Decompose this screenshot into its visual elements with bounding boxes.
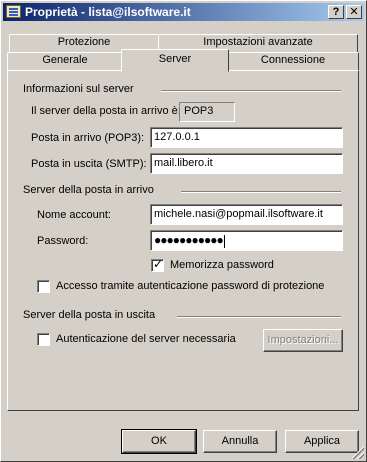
outgoing-server-text: mail.libero.it [154, 157, 213, 169]
properties-dialog: Proprietà - lista@ilsoftware.it ? ✕ Prot… [0, 0, 367, 462]
tab-generale[interactable]: Generale [7, 52, 123, 70]
spa-checkbox[interactable] [37, 280, 50, 293]
incoming-server-field[interactable]: 127.0.0.1 [150, 127, 343, 148]
account-name-field[interactable]: michele.nasi@popmail.ilsoftware.it [150, 204, 343, 225]
divider [161, 90, 341, 92]
tab-label: Server [158, 53, 192, 65]
outgoing-server-heading: Server della posta in uscita [23, 309, 156, 321]
account-name-text: michele.nasi@popmail.ilsoftware.it [154, 208, 323, 220]
server-auth-label: Autenticazione del server necessaria [56, 333, 236, 345]
password-label: Password: [37, 235, 89, 247]
incoming-server-label: Posta in arrivo (POP3): [31, 132, 145, 144]
remember-password-checkbox[interactable]: ✓ [151, 257, 164, 272]
password-field[interactable]: ●●●●●●●●●●● [150, 230, 343, 251]
spa-label: Accesso tramite autenticazione password … [56, 280, 325, 292]
server-info-heading: Informazioni sul server [23, 83, 134, 95]
close-button[interactable]: ✕ [346, 5, 362, 19]
tab-label: Protezione [57, 36, 111, 48]
outgoing-server-label: Posta in uscita (SMTP): [31, 158, 147, 170]
tab-label: Generale [42, 54, 88, 66]
tab-connessione[interactable]: Connessione [227, 52, 359, 70]
cancel-button[interactable]: Annulla [203, 430, 277, 453]
tab-label: Impostazioni avanzate [203, 36, 313, 48]
tab-server[interactable]: Server [121, 49, 229, 72]
checkmark-icon: ✓ [153, 257, 164, 271]
divider [177, 316, 341, 318]
divider [181, 191, 341, 193]
account-name-label: Nome account: [37, 209, 111, 221]
remember-password-label: Memorizza password [170, 259, 274, 271]
password-mask: ●●●●●●●●●●● [154, 233, 224, 247]
incoming-server-text: 127.0.0.1 [154, 131, 200, 143]
resize-grip-icon[interactable] [352, 447, 364, 459]
apply-button[interactable]: Applica [285, 430, 359, 453]
incoming-type-value: POP3 [179, 102, 235, 122]
outgoing-server-field[interactable]: mail.libero.it [150, 153, 343, 174]
window-title: Proprietà - lista@ilsoftware.it [25, 5, 191, 19]
text-caret [223, 234, 225, 248]
incoming-type-text: POP3 [184, 105, 214, 117]
incoming-type-label: Il server della posta in arrivo è: [31, 105, 181, 117]
mail-account-icon [6, 5, 21, 18]
help-button[interactable]: ? [328, 5, 344, 19]
ok-button[interactable]: OK [121, 429, 197, 454]
settings-button[interactable]: Impostazioni... [263, 329, 343, 352]
server-auth-checkbox[interactable] [37, 333, 50, 346]
title-bar[interactable]: Proprietà - lista@ilsoftware.it ? ✕ [3, 3, 364, 21]
incoming-server-heading: Server della posta in arrivo [23, 184, 154, 196]
tab-label: Connessione [260, 54, 326, 66]
